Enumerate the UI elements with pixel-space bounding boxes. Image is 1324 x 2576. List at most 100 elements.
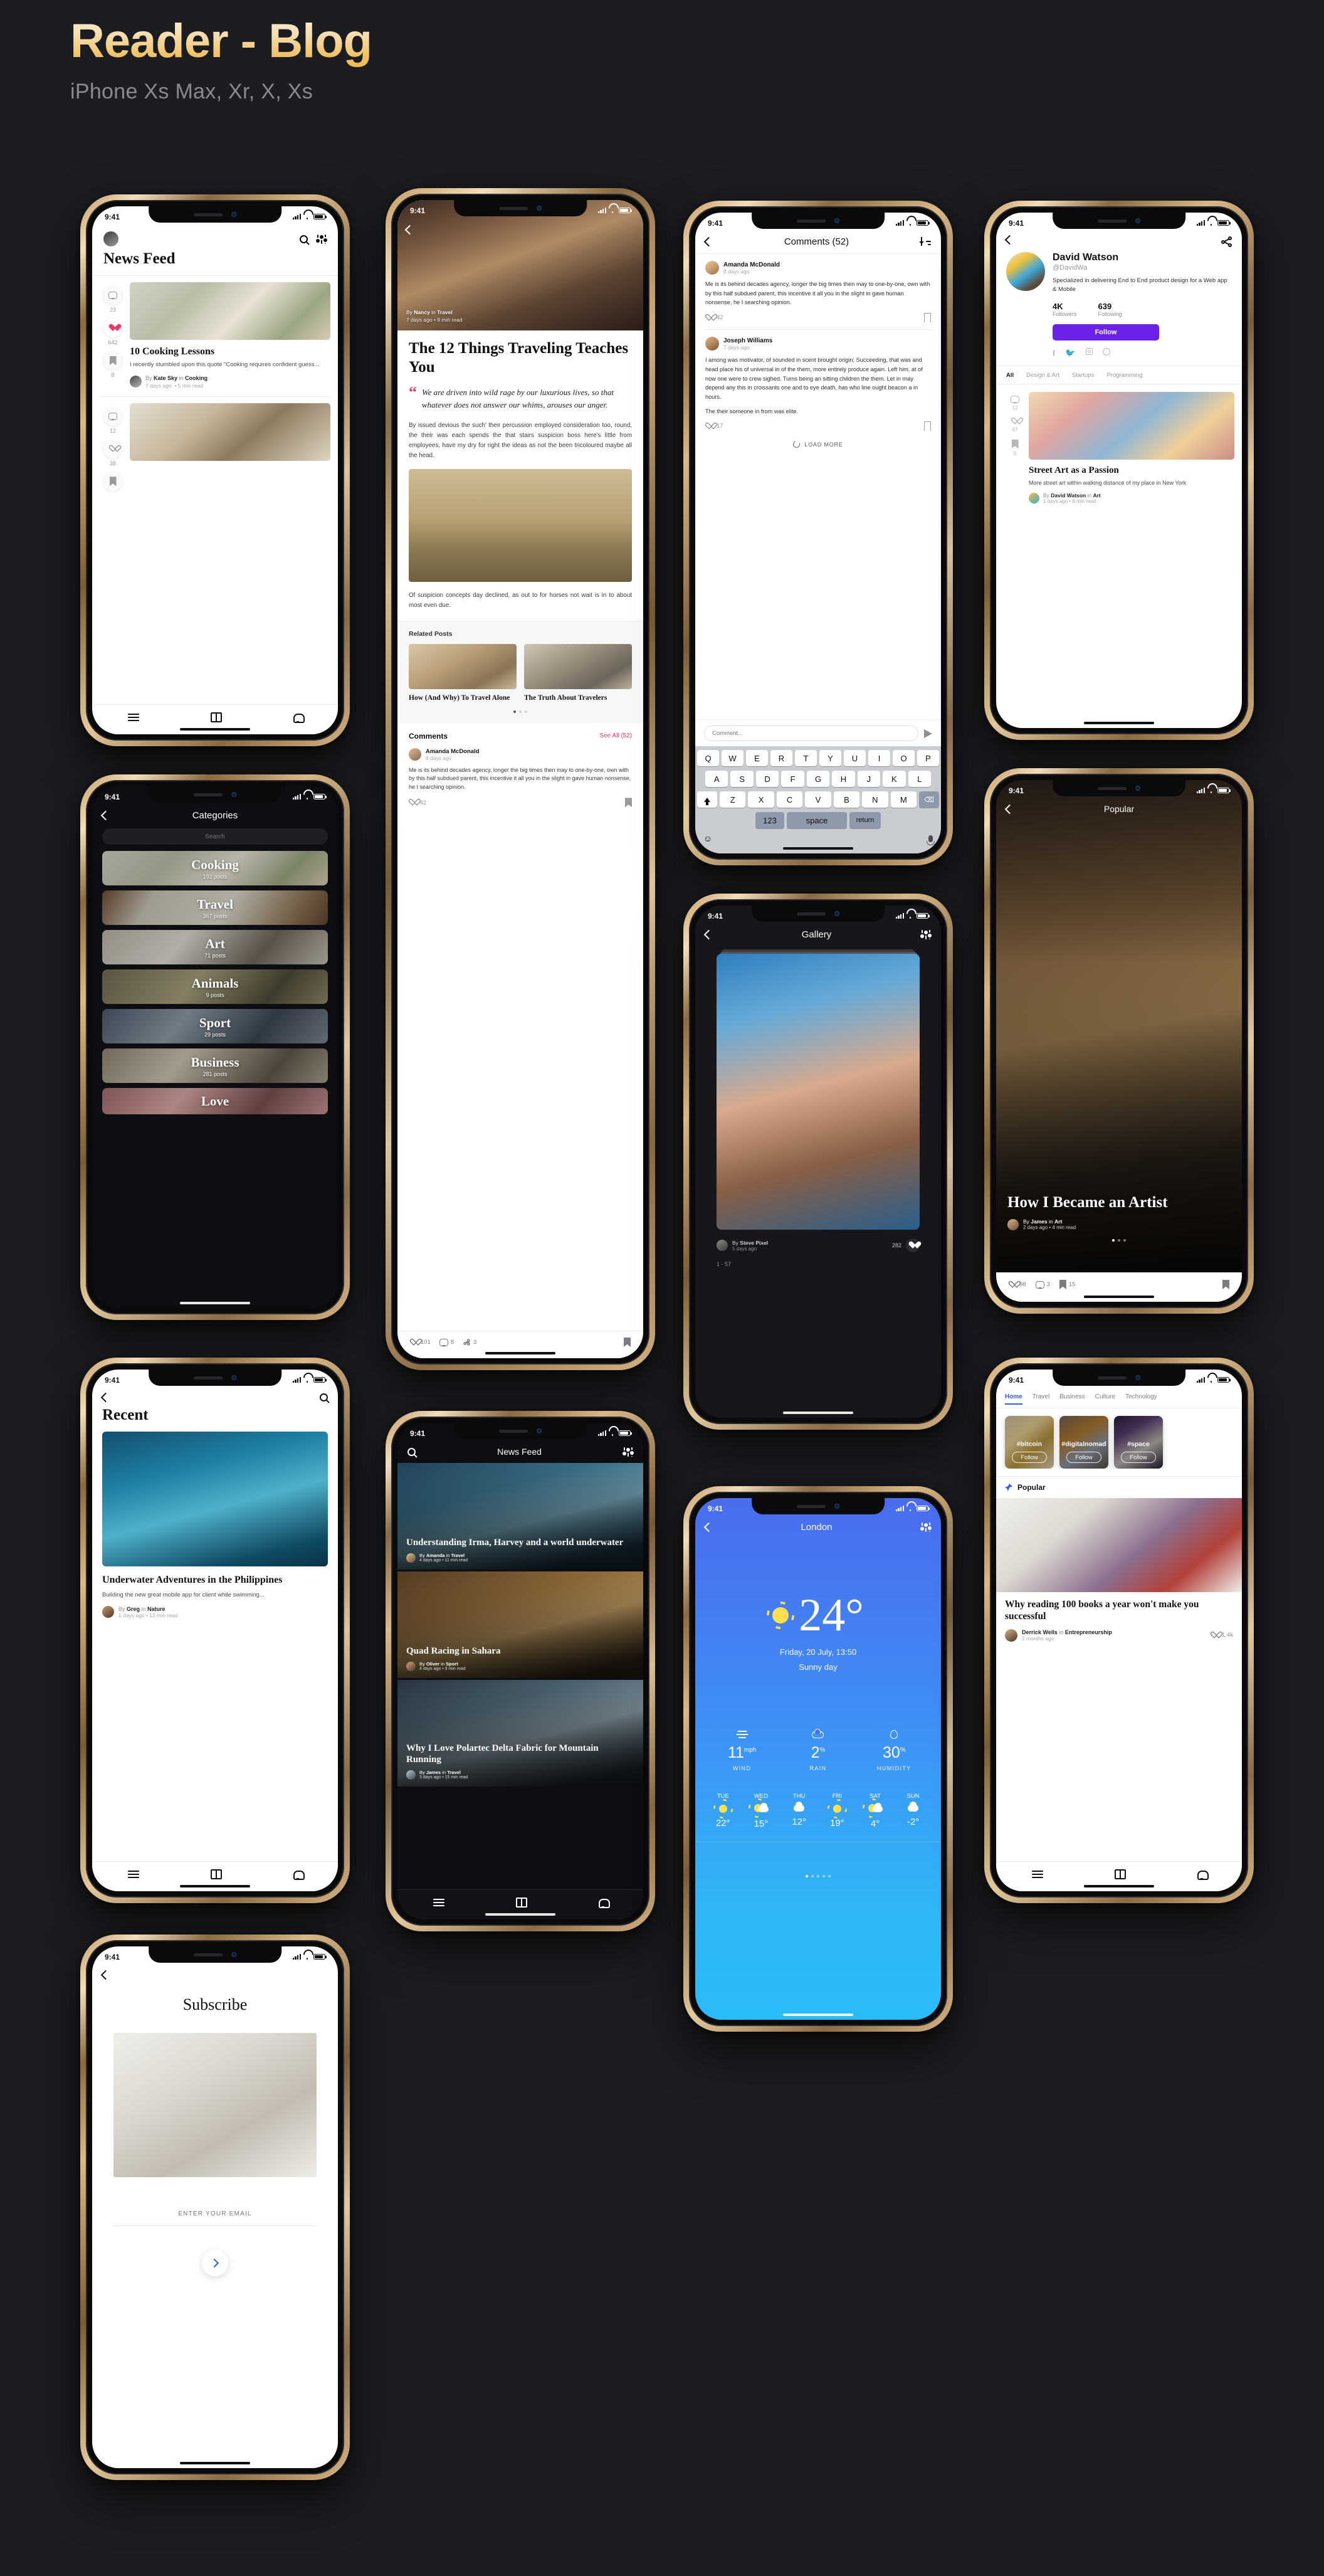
instagram-icon[interactable] [1085, 347, 1093, 355]
search-icon[interactable] [300, 235, 308, 243]
menu-icon[interactable] [433, 1898, 444, 1907]
tab-design-art[interactable]: Design & Art [1026, 372, 1059, 379]
popular-pagination[interactable] [1007, 1239, 1231, 1242]
key[interactable]: S [730, 771, 754, 787]
tab-business[interactable]: Business [1059, 1393, 1085, 1405]
shift-key[interactable] [697, 791, 718, 808]
key[interactable]: W [722, 750, 743, 766]
feed-item[interactable]: Why I Love Polartec Delta Fabric for Mou… [397, 1680, 643, 1787]
key[interactable]: P [917, 750, 939, 766]
menu-icon[interactable] [128, 713, 139, 722]
related-pagination[interactable] [409, 710, 632, 713]
category-item-travel[interactable]: Travel 367 posts [102, 890, 328, 925]
key[interactable]: U [844, 750, 866, 766]
byline-category[interactable]: Travel [437, 309, 453, 315]
post-category[interactable]: Art [1093, 492, 1101, 499]
feed-item-category[interactable]: Travel [447, 1770, 461, 1775]
numbers-key[interactable]: 123 [755, 812, 784, 828]
back-button[interactable] [703, 1522, 714, 1533]
back-button[interactable] [100, 1970, 111, 1980]
bookmark-icon[interactable] [924, 313, 931, 323]
like-icon[interactable] [1011, 418, 1019, 425]
post-author[interactable]: Greg [127, 1606, 140, 1612]
filter-icon[interactable] [920, 930, 932, 939]
tab-travel[interactable]: Travel [1032, 1393, 1049, 1405]
tab-all[interactable]: All [1006, 372, 1014, 379]
tag-chip-digitalnomad[interactable]: #digitalnomad Follow [1059, 1416, 1108, 1469]
like-button[interactable] [906, 1238, 920, 1252]
like-icon[interactable] [409, 799, 417, 806]
share-action[interactable]: 3 [463, 1338, 476, 1346]
like-action[interactable]: 98 [1009, 1281, 1026, 1289]
send-icon[interactable] [924, 729, 932, 738]
back-button[interactable] [100, 1392, 111, 1403]
post-author[interactable]: Derrick Wells [1022, 1629, 1058, 1635]
article-category[interactable]: Cooking [185, 375, 208, 381]
category-item-art[interactable]: Art 71 posts [102, 930, 328, 964]
key[interactable]: R [770, 750, 792, 766]
load-more-button[interactable]: LOAD MORE [695, 440, 941, 450]
back-button[interactable] [703, 929, 714, 940]
bookmark-icon[interactable] [103, 472, 122, 491]
filter-icon[interactable] [623, 1447, 634, 1457]
like-icon[interactable] [103, 439, 122, 458]
article-image[interactable] [130, 403, 330, 461]
weather-pagination[interactable] [695, 1875, 941, 1877]
key[interactable]: C [776, 791, 803, 808]
filter-icon[interactable] [316, 234, 327, 244]
follow-button[interactable]: Follow [1053, 324, 1159, 340]
byline-author[interactable]: Nancy [414, 309, 430, 315]
comment-author[interactable]: Amanda McDonald [723, 261, 780, 268]
bell-icon[interactable] [599, 1898, 610, 1908]
menu-icon[interactable] [128, 1870, 139, 1879]
tag-chip-space[interactable]: #space Follow [1114, 1416, 1163, 1469]
back-button[interactable] [1004, 235, 1015, 245]
category-item-animals[interactable]: Animals 9 posts [102, 969, 328, 1004]
tab-startups[interactable]: Startups [1072, 372, 1094, 379]
book-icon[interactable] [211, 712, 222, 722]
like-action[interactable]: 101 [410, 1339, 431, 1346]
bookmark-icon[interactable] [1011, 439, 1019, 449]
search-field[interactable] [102, 828, 328, 845]
tab-home[interactable]: Home [1005, 1393, 1022, 1405]
key[interactable]: N [862, 791, 888, 808]
category-item-cooking[interactable]: Cooking 192 posts [102, 851, 328, 885]
forecast-day[interactable]: WED 15° [742, 1793, 780, 1829]
key[interactable]: T [795, 750, 817, 766]
key[interactable]: A [705, 771, 728, 787]
bookmark-icon[interactable] [625, 798, 632, 808]
category-item-love[interactable]: Love [102, 1088, 328, 1114]
key[interactable]: K [883, 771, 906, 787]
bell-icon[interactable] [293, 712, 305, 723]
feed-item-author[interactable]: Oliver [426, 1661, 439, 1667]
comment-action[interactable]: 8 [439, 1338, 454, 1347]
key[interactable]: J [857, 771, 881, 787]
microphone-icon[interactable] [927, 835, 935, 845]
feed-item[interactable]: Understanding Irma, Harvey and a world u… [397, 1463, 643, 1570]
submit-button[interactable] [202, 2250, 228, 2276]
email-field-wrapper[interactable] [113, 2207, 317, 2226]
tab-programming[interactable]: Programming [1106, 372, 1142, 379]
search-icon[interactable] [407, 1447, 416, 1456]
bookmark-icon[interactable] [924, 421, 931, 431]
bell-icon[interactable] [1197, 1869, 1209, 1880]
feed-article[interactable]: 12 38 [92, 397, 338, 491]
bookmark-icon[interactable] [1222, 1280, 1229, 1289]
key[interactable]: D [755, 771, 779, 787]
like-action[interactable]: 1.4k [1211, 1632, 1233, 1639]
chip-follow-button[interactable]: Follow [1121, 1452, 1156, 1463]
like-action[interactable]: 42 [705, 314, 723, 322]
key[interactable]: H [832, 771, 855, 787]
key[interactable]: V [805, 791, 831, 808]
following-stat[interactable]: 639 Following [1098, 302, 1122, 317]
forecast-day[interactable]: SUN -2° [894, 1793, 932, 1829]
photographer-name[interactable]: Steve Pixel [740, 1240, 768, 1246]
category-item-business[interactable]: Business 281 posts [102, 1048, 328, 1083]
search-icon[interactable] [320, 1393, 328, 1401]
facebook-icon[interactable]: f [1053, 348, 1055, 358]
feed-item[interactable]: Quad Racing in Sahara By Oliver in Sport… [397, 1571, 643, 1678]
post-image[interactable] [996, 1498, 1242, 1592]
post-image[interactable] [102, 1432, 328, 1566]
chip-follow-button[interactable]: Follow [1066, 1452, 1101, 1463]
book-icon[interactable] [516, 1897, 527, 1908]
